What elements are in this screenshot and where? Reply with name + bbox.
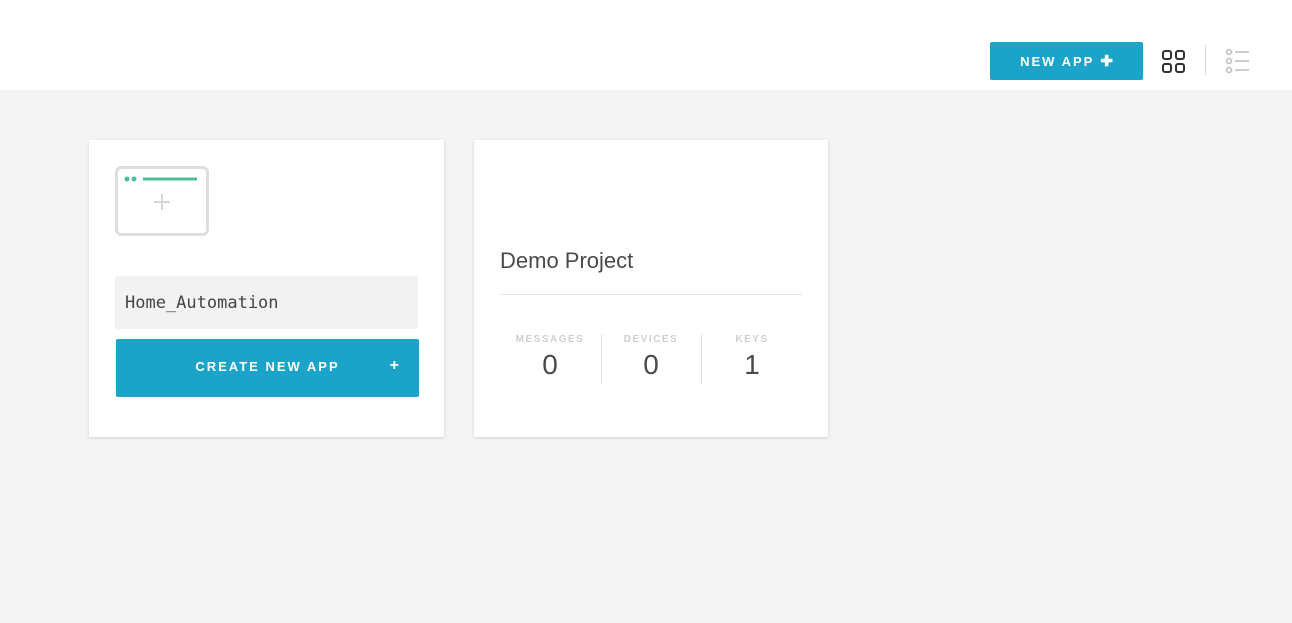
grid-view-icon[interactable] <box>1160 48 1188 76</box>
plus-icon: ✚ <box>1100 53 1113 70</box>
create-new-app-button[interactable]: CREATE NEW APP + <box>116 339 419 397</box>
app-name-input[interactable] <box>115 276 418 329</box>
view-toggle-divider <box>1205 45 1206 75</box>
stat-devices: DEVICES 0 <box>601 334 701 381</box>
list-view-icon[interactable] <box>1224 48 1252 74</box>
new-app-card: CREATE NEW APP + <box>89 140 444 437</box>
stat-label: DEVICES <box>623 334 679 345</box>
stat-keys: KEYS 1 <box>702 334 802 381</box>
stat-value: 0 <box>643 349 659 380</box>
app-window-plus-icon <box>115 166 209 236</box>
project-title: Demo Project <box>500 248 634 273</box>
divider <box>500 294 802 295</box>
new-app-label: NEW APP <box>1020 53 1095 69</box>
stat-label: MESSAGES <box>515 334 585 345</box>
stat-label: KEYS <box>735 334 769 345</box>
stat-messages: MESSAGES 0 <box>500 334 600 381</box>
new-app-button[interactable]: NEW APP ✚ <box>990 42 1143 80</box>
top-bar: NEW APP ✚ <box>0 0 1292 90</box>
stat-value: 1 <box>744 349 760 380</box>
plus-icon: + <box>389 357 399 374</box>
stat-value: 0 <box>542 349 558 380</box>
create-new-app-label: CREATE NEW APP <box>195 359 340 374</box>
project-card-demo[interactable]: Demo Project MESSAGES 0 DEVICES 0 KEYS 1 <box>474 140 828 437</box>
